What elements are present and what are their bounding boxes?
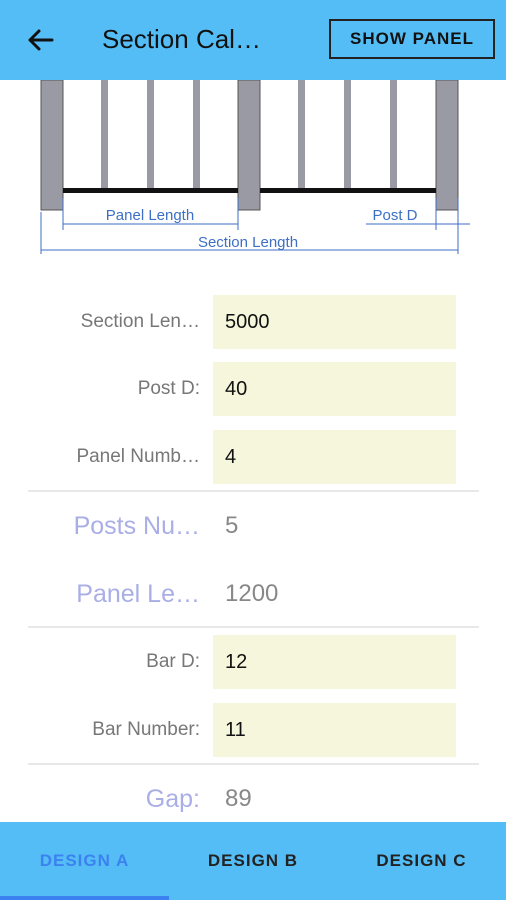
tab-design-b[interactable]: DESIGN B [169, 822, 337, 900]
panel-length-value: 1200 [225, 580, 279, 607]
panel-number-label: Panel Numb… [76, 446, 200, 467]
divider [28, 626, 479, 628]
panel-length-row: Panel Le… 1200 [0, 567, 506, 621]
section-length-row: Section Len… 5000 [0, 295, 506, 349]
app-bar: Section Cal… SHOW PANEL [0, 0, 506, 80]
post-d-dim-label: Post D [372, 207, 417, 224]
fence-diagram: Panel Length Post D Section Length [40, 80, 470, 254]
show-panel-button[interactable]: SHOW PANEL [329, 19, 495, 59]
bar-d-value: 12 [225, 650, 248, 673]
page-title: Section Cal… [102, 24, 261, 54]
section-length-value: 5000 [225, 310, 270, 333]
bar-d-label: Bar D: [146, 651, 200, 672]
bar-d-input[interactable]: 12 [213, 635, 456, 689]
posts-number-label: Posts Nu… [73, 511, 200, 540]
bar-number-row: Bar Number: 11 [0, 703, 506, 757]
post-d-value: 40 [225, 377, 248, 400]
divider [28, 763, 479, 765]
panel-length-dim-label: Panel Length [106, 207, 194, 224]
section-length-dim-label: Section Length [198, 234, 298, 251]
section-length-label: Section Len… [80, 311, 200, 332]
bar-number-value: 11 [225, 718, 246, 741]
active-tab-indicator [0, 896, 169, 900]
panel-length-label: Panel Le… [76, 579, 200, 608]
posts-number-row: Posts Nu… 5 [0, 499, 506, 553]
panel-number-row: Panel Numb… 4 [0, 430, 506, 484]
posts-number-value: 5 [225, 512, 239, 539]
panel-number-input[interactable]: 4 [213, 430, 456, 484]
divider [28, 490, 479, 492]
panel-number-value: 4 [225, 445, 237, 468]
bar-number-label: Bar Number: [92, 719, 200, 740]
post-d-label: Post D: [137, 378, 200, 399]
post-d-row: Post D: 40 [0, 362, 506, 416]
section-length-input[interactable]: 5000 [213, 295, 456, 349]
gap-row: Gap: 89 [0, 772, 506, 826]
bottom-tab-bar: DESIGN A DESIGN B DESIGN C [0, 822, 506, 900]
post-d-input[interactable]: 40 [213, 362, 456, 416]
bar-number-input[interactable]: 11 [213, 703, 456, 757]
tab-design-c[interactable]: DESIGN C [337, 822, 506, 900]
gap-label: Gap: [145, 784, 200, 813]
back-arrow-icon[interactable] [22, 22, 58, 58]
bar-d-row: Bar D: 12 [0, 635, 506, 689]
tab-design-a[interactable]: DESIGN A [0, 822, 169, 900]
gap-value: 89 [225, 785, 252, 812]
